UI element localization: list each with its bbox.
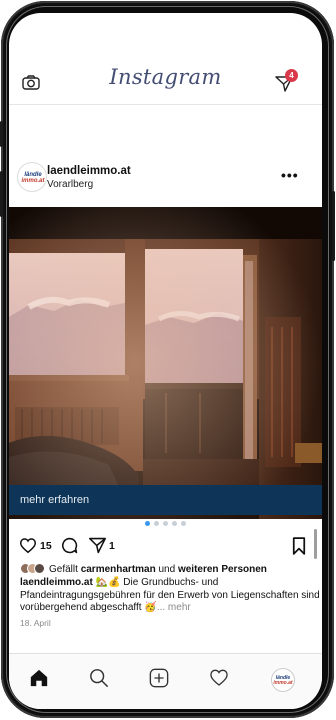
post-avatar[interactable]: ländle immo.at	[17, 162, 47, 192]
carousel-dot	[145, 521, 150, 526]
power-button	[332, 191, 335, 261]
app-screen: Instagram 4 ländle immo.at laendleimmo.a…	[9, 13, 322, 709]
carousel-indicator	[9, 521, 322, 529]
notification-badge: 4	[285, 69, 298, 82]
app-header: Instagram 4	[9, 61, 322, 105]
avatar-logo: ländle immo.at	[19, 172, 46, 184]
carousel-dot	[172, 521, 177, 526]
profile-avatar[interactable]: ländle immo.at	[271, 668, 295, 692]
profile-avatar-logo: ländle immo.at	[272, 676, 294, 686]
cta-banner[interactable]: mehr erfahren	[9, 485, 322, 515]
search-icon[interactable]	[89, 668, 109, 688]
carousel-dot	[163, 521, 168, 526]
post-action-bar: 15 1	[9, 531, 322, 561]
room-window-photo	[9, 207, 322, 519]
profile-avatar-bottom: immo.at	[273, 680, 293, 686]
post-header: ländle immo.at laendleimmo.at Vorarlberg…	[9, 159, 322, 205]
liked-by-rest[interactable]: weiteren Personen	[178, 564, 267, 575]
new-post-icon[interactable]	[149, 668, 169, 688]
bottom-nav: ländle immo.at	[9, 653, 322, 709]
cta-label: mehr erfahren	[20, 494, 90, 506]
shares-count: 1	[109, 540, 115, 552]
carousel-dot	[181, 521, 186, 526]
caption-username[interactable]: laendleimmo.at	[20, 577, 93, 588]
phone-frame: Instagram 4 ländle immo.at laendleimmo.a…	[0, 1, 335, 718]
share-icon[interactable]	[89, 537, 106, 554]
home-icon[interactable]	[29, 668, 49, 688]
avatar-logo-bottom: immo.at	[21, 178, 45, 184]
heart-icon[interactable]	[19, 537, 37, 554]
volume-up-button	[0, 171, 3, 217]
liker-avatar	[34, 563, 45, 574]
carousel-dot	[154, 521, 159, 526]
mute-switch	[0, 121, 3, 147]
more-options-icon[interactable]: •••	[281, 167, 299, 183]
caption-more-link[interactable]: ... mehr	[157, 602, 191, 613]
post-caption: laendleimmo.at 🏡💰 Die Grundbuchs- und Pf…	[20, 577, 320, 615]
liked-by-prefix: Gefällt	[49, 564, 81, 575]
post-location[interactable]: Vorarlberg	[47, 179, 93, 190]
post-date: 18. April	[20, 618, 51, 628]
bookmark-icon[interactable]	[292, 537, 306, 555]
comment-icon[interactable]	[61, 537, 78, 554]
post-image[interactable]	[9, 207, 322, 519]
likes-count: 15	[40, 540, 52, 552]
scrollbar[interactable]	[314, 529, 317, 559]
caption-emoji: 🏡💰	[92, 577, 124, 588]
activity-icon[interactable]	[209, 668, 229, 687]
liked-by-user[interactable]: carmenhartman	[81, 564, 156, 575]
post-username[interactable]: laendleimmo.at	[47, 165, 131, 177]
liked-by-line[interactable]: Gefällt carmenhartman und weiteren Perso…	[20, 563, 320, 575]
liked-by-middle: und	[155, 564, 178, 575]
